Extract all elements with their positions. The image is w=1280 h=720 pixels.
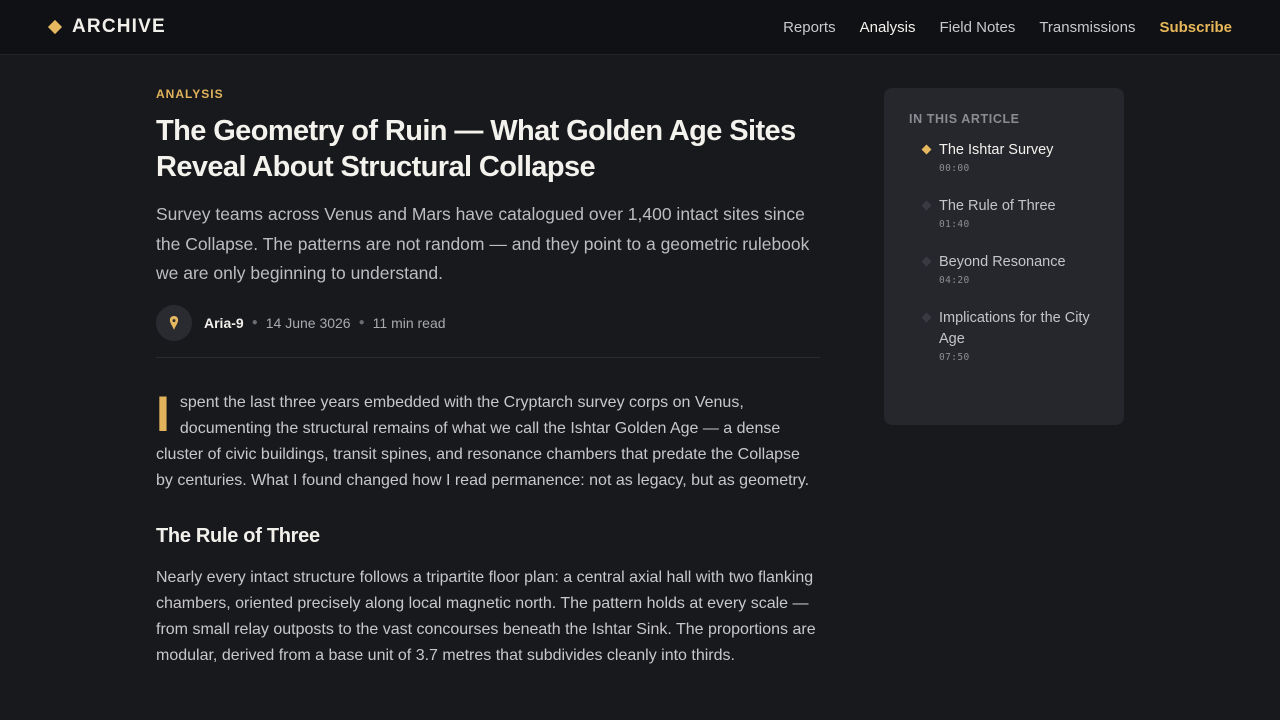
toc-item-rule-of-three[interactable]: The Rule of Three 01:40 — [909, 196, 1099, 233]
article: ANALYSIS The Geometry of Ruin — What Gol… — [156, 87, 820, 669]
toc-item-label: The Ishtar Survey — [939, 142, 1054, 158]
byline-meta: Aria-9 ● 14 June 3026 ● 11 min read — [204, 305, 446, 341]
article-title: The Geometry of Ruin — What Golden Age S… — [156, 115, 796, 183]
toc-heading: IN THIS ARTICLE — [909, 112, 1020, 126]
toc-item-label: The Rule of Three — [939, 198, 1056, 214]
diamond-marker-icon — [921, 144, 932, 155]
toc-item-ishtar-survey[interactable]: The Ishtar Survey 00:00 — [909, 140, 1099, 177]
toc-item-implications[interactable]: Implications for the City Age 07:50 — [909, 308, 1099, 366]
nav-link-analysis[interactable]: Analysis — [860, 19, 916, 37]
brand-logo-link[interactable]: ARCHIVE — [47, 16, 166, 38]
subscribe-link[interactable]: Subscribe — [1159, 19, 1232, 37]
toc-item-time: 01:40 — [939, 219, 970, 230]
toc-item-label: Beyond Resonance — [939, 254, 1066, 270]
publish-date: 14 June 3026 — [265, 314, 351, 331]
diamond-marker-icon — [921, 312, 932, 323]
diamond-icon — [47, 19, 63, 35]
toc-item-time: 04:20 — [939, 275, 970, 286]
diamond-marker-icon — [921, 256, 932, 267]
drop-cap: I — [156, 385, 170, 442]
article-dek: Survey teams across Venus and Mars have … — [156, 204, 810, 283]
toc-item-label: Implications for the City Age — [939, 310, 1090, 347]
body-paragraph: Nearly every intact structure follows a … — [156, 569, 816, 665]
toc-card: IN THIS ARTICLE The Ishtar Survey 00:00 … — [884, 88, 1124, 425]
article-kicker[interactable]: ANALYSIS — [156, 87, 820, 101]
lede-text: spent the last three years embedded with… — [156, 393, 810, 489]
toc-item-time: 07:50 — [939, 352, 970, 363]
section-heading-rule-of-three: The Rule of Three — [156, 524, 320, 547]
separator-dot: ● — [358, 317, 365, 328]
main-nav: Reports Analysis Field Notes Transmissio… — [783, 19, 1232, 37]
separator-dot: ● — [251, 317, 258, 328]
author-name[interactable]: Aria-9 — [204, 315, 244, 331]
nav-link-reports[interactable]: Reports — [783, 19, 836, 37]
brand-name: ARCHIVE — [72, 16, 166, 37]
nav-link-transmissions[interactable]: Transmissions — [1039, 19, 1135, 37]
author-avatar[interactable] — [156, 304, 192, 341]
nav-link-field-notes[interactable]: Field Notes — [939, 19, 1015, 37]
byline: Aria-9 ● 14 June 3026 ● 11 min read — [156, 304, 820, 358]
diamond-marker-icon — [921, 200, 932, 211]
top-nav-bar: ARCHIVE Reports Analysis Field Notes Tra… — [0, 0, 1280, 55]
read-time: 11 min read — [372, 314, 446, 331]
toc-item-time: 00:00 — [939, 163, 970, 174]
toc-list: The Ishtar Survey 00:00 The Rule of Thre… — [909, 140, 1099, 366]
toc-item-beyond-resonance[interactable]: Beyond Resonance 04:20 — [909, 252, 1099, 289]
lede-paragraph: Ispent the last three years embedded wit… — [156, 385, 820, 494]
pin-icon — [169, 315, 179, 330]
